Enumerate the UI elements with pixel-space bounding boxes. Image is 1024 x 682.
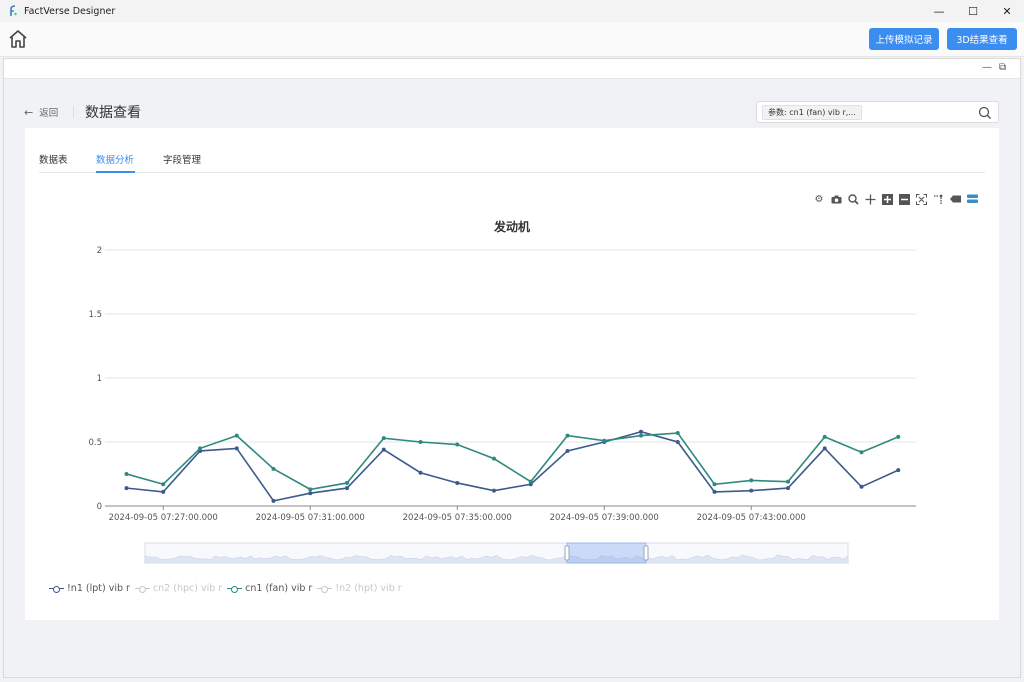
home-icon[interactable] — [7, 28, 29, 50]
data-point — [455, 442, 460, 447]
range-slider-preview — [144, 554, 849, 564]
legend-marker — [317, 585, 333, 593]
analysis-card: 数据表 数据分析 字段管理 ⚙ 发动机 0 0.5 1 1.5 2 2024-09-05 … — [25, 128, 999, 620]
data-point — [161, 482, 166, 487]
data-point — [198, 446, 202, 451]
data-point — [675, 431, 680, 436]
view-3d-result-button[interactable]: 3D结果查看 — [947, 28, 1017, 50]
y-tick-label: 2 — [97, 246, 102, 256]
legend-marker — [134, 585, 150, 593]
data-point — [822, 434, 827, 439]
app-logo-icon — [6, 4, 20, 18]
inner-restore-button[interactable]: ⧉ — [999, 62, 1006, 73]
data-point — [896, 468, 901, 473]
data-point — [381, 447, 386, 452]
window-title: FactVerse Designer — [24, 5, 116, 17]
back-link[interactable]: ← 返回 — [24, 105, 59, 120]
window-titlebar: FactVerse Designer — ☐ ✕ — [0, 0, 1024, 22]
minimize-button[interactable]: — — [922, 0, 956, 22]
legend-item[interactable]: cn2 (hpc) vib r — [134, 583, 223, 594]
search-icon[interactable] — [978, 105, 992, 119]
data-point — [234, 433, 239, 438]
data-point — [308, 487, 313, 492]
data-point — [786, 479, 790, 484]
legend-label: !n1 (lpt) vib r — [67, 583, 130, 594]
data-point — [345, 486, 349, 491]
data-point — [639, 429, 643, 434]
maximize-button[interactable]: ☐ — [956, 0, 990, 22]
data-point — [565, 448, 570, 453]
data-point — [124, 472, 129, 476]
inner-window-bar: — ⧉ — [4, 59, 1020, 79]
y-tick-label: 0.5 — [88, 438, 102, 448]
line-chart: 0 0.5 1 1.5 2 2024-09-05 07:27:00.000 2024-09-… — [88, 246, 916, 564]
legend-label: !n2 (hpt) vib r — [335, 583, 402, 594]
app-header: 上传模拟记录 3D结果查看 — [0, 22, 1024, 57]
data-point — [345, 480, 349, 485]
data-point — [271, 466, 276, 471]
parameter-search[interactable]: 参数: cn1 (fan) vib r,... — [756, 101, 999, 123]
heading-divider — [73, 106, 74, 118]
data-point — [565, 433, 570, 438]
data-point — [124, 486, 129, 491]
data-point — [492, 456, 496, 461]
x-tick-label: 2024-09-05 07:31:00.000 — [256, 513, 365, 523]
y-tick-label: 0 — [97, 502, 102, 512]
x-tick-label: 2024-09-05 07:43:00.000 — [697, 513, 806, 523]
data-point — [712, 482, 717, 487]
y-tick-label: 1.5 — [88, 310, 102, 320]
data-point — [455, 480, 460, 485]
legend-label: cn1 (fan) vib r — [245, 583, 313, 594]
back-label: 返回 — [39, 108, 59, 119]
legend-item[interactable]: cn1 (fan) vib r — [227, 583, 312, 594]
data-point — [749, 478, 754, 483]
data-point — [859, 450, 864, 455]
x-tick-label: 2024-09-05 07:27:00.000 — [109, 513, 218, 523]
range-slider-window[interactable] — [566, 542, 647, 564]
data-point — [271, 498, 276, 503]
data-point — [602, 438, 607, 443]
data-point — [418, 440, 423, 444]
data-point — [381, 436, 386, 441]
data-point — [418, 470, 423, 475]
data-point — [896, 434, 901, 439]
legend-item[interactable]: !n1 (lpt) vib r — [49, 583, 130, 594]
page-title: 数据查看 — [85, 105, 141, 121]
data-point — [822, 446, 827, 451]
close-button[interactable]: ✕ — [990, 0, 1024, 22]
parameter-tag[interactable]: 参数: cn1 (fan) vib r,... — [762, 105, 862, 120]
legend-marker — [227, 585, 243, 593]
chart-legend: !n1 (lpt) vib r cn2 (hpc) vib r cn1 (fan) … — [49, 583, 407, 594]
x-tick-label: 2024-09-05 07:39:00.000 — [550, 513, 659, 523]
data-point — [859, 484, 864, 489]
data-point — [234, 446, 239, 451]
data-point — [161, 489, 166, 494]
data-point — [639, 433, 643, 438]
legend-item[interactable]: !n2 (hpt) vib r — [317, 583, 402, 594]
upload-simulation-button[interactable]: 上传模拟记录 — [869, 28, 939, 50]
data-point — [712, 489, 717, 494]
data-point — [786, 486, 790, 491]
data-point — [492, 488, 496, 493]
inner-minimize-button[interactable]: — — [982, 62, 992, 73]
range-slider-handle-left[interactable] — [564, 545, 570, 561]
data-point — [675, 440, 680, 444]
range-slider-handle-right[interactable] — [643, 545, 649, 561]
data-point — [308, 491, 313, 496]
y-tick-label: 1 — [97, 374, 102, 384]
data-point — [749, 488, 754, 493]
legend-marker — [49, 585, 64, 593]
arrow-left-icon: ← — [24, 105, 34, 119]
series-line-2 — [126, 432, 899, 491]
data-point — [528, 479, 533, 484]
legend-label: cn2 (hpc) vib r — [152, 583, 223, 594]
x-tick-label: 2024-09-05 07:35:00.000 — [403, 513, 512, 523]
